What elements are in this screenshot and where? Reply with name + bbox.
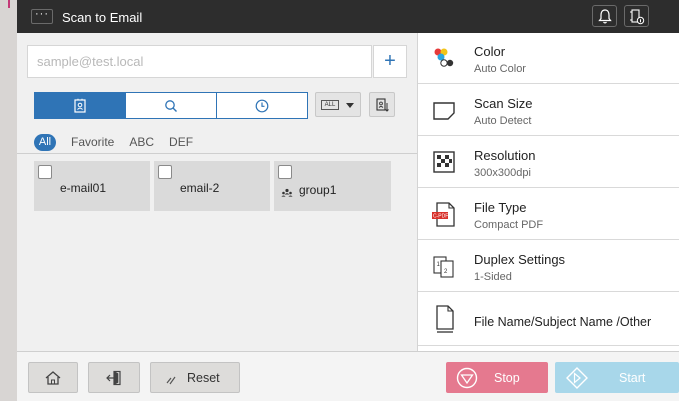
history-clock-icon [255, 99, 269, 112]
setting-title: Scan Size [474, 96, 533, 111]
top-bar: ··· Scan to Email [17, 0, 679, 33]
page-title: Scan to Email [62, 10, 143, 25]
scan-to-email-screen: ··· Scan to Email + ALL [17, 0, 679, 401]
index-all[interactable]: All [34, 133, 56, 151]
destination-tabs [34, 92, 308, 119]
setting-value: 1-Sided [474, 271, 512, 283]
pdf-file-icon: C-PDF [432, 202, 455, 227]
left-gutter [0, 0, 17, 401]
logout-icon [106, 370, 121, 385]
setting-resolution[interactable]: Resolution 300x300dpi [418, 137, 679, 188]
setting-title: File Type [474, 200, 527, 215]
setting-duplex[interactable]: 12 Duplex Settings 1-Sided [418, 241, 679, 292]
scan-size-icon [433, 102, 455, 120]
setting-value: 300x300dpi [474, 167, 531, 179]
address-card[interactable]: email-2 [154, 161, 270, 211]
start-button[interactable]: Start [555, 362, 679, 393]
color-icon [434, 48, 454, 67]
setting-value: Compact PDF [474, 219, 544, 231]
sort-button[interactable] [369, 92, 395, 117]
start-label: Start [619, 371, 646, 385]
index-bar: All Favorite ABC DEF [34, 132, 208, 152]
divider [17, 153, 417, 154]
settings-panel: Color Auto Color Scan Size Auto Detect R… [417, 33, 679, 351]
svg-text:C-PDF: C-PDF [433, 214, 448, 220]
index-abc[interactable]: ABC [129, 135, 154, 149]
card-checkbox[interactable] [278, 165, 292, 179]
tab-history[interactable] [217, 93, 307, 118]
index-favorite[interactable]: Favorite [71, 135, 114, 149]
tab-search[interactable] [126, 93, 217, 118]
setting-file-name[interactable]: File Name/Subject Name /Other [418, 293, 679, 346]
edge-marker [8, 0, 10, 8]
card-label: e-mail01 [60, 181, 107, 195]
setting-title: Duplex Settings [474, 252, 566, 267]
setting-value: Auto Detect [474, 115, 532, 127]
card-checkbox[interactable] [38, 165, 52, 179]
sort-icon [376, 98, 389, 112]
bell-icon[interactable] [592, 5, 617, 27]
home-button[interactable] [28, 362, 78, 393]
index-def[interactable]: DEF [169, 135, 193, 149]
reset-button[interactable]: Reset [150, 362, 240, 393]
document-icon [436, 305, 454, 333]
chevron-down-icon [346, 103, 354, 108]
search-icon [165, 99, 177, 112]
filter-value: ALL [321, 100, 339, 110]
add-destination-button[interactable]: + [373, 45, 407, 78]
stop-button[interactable]: Stop [446, 362, 548, 393]
card-label: group1 [299, 183, 337, 197]
resolution-icon [433, 151, 455, 173]
duplex-icon: 12 [433, 256, 454, 278]
address-card[interactable]: group1 [274, 161, 391, 211]
setting-title: File Name/Subject Name /Other [474, 315, 652, 329]
setting-title: Color [474, 44, 506, 59]
home-icon [45, 370, 61, 385]
stop-icon [456, 367, 478, 389]
address-panel: + ALL All Favorite ABC DEF [17, 33, 417, 351]
setting-file-type[interactable]: C-PDF File Type Compact PDF [418, 189, 679, 240]
setting-title: Resolution [474, 148, 536, 163]
start-icon [566, 367, 588, 389]
setting-color[interactable]: Color Auto Color [418, 33, 679, 84]
menu-button[interactable]: ··· [31, 9, 53, 24]
reset-label: Reset [187, 371, 220, 385]
email-address-input[interactable] [28, 46, 371, 77]
address-card[interactable]: e-mail01 [34, 161, 150, 211]
address-book-icon [74, 98, 86, 113]
setting-scan-size[interactable]: Scan Size Auto Detect [418, 85, 679, 136]
group-icon [281, 188, 293, 197]
bottom-bar: Reset Stop Start [17, 351, 679, 401]
device-info-icon[interactable] [624, 5, 649, 27]
stop-label: Stop [494, 371, 520, 385]
address-field-container [27, 45, 372, 78]
reset-icon [166, 376, 176, 385]
logout-button[interactable] [88, 362, 140, 393]
card-checkbox[interactable] [158, 165, 172, 179]
card-label: email-2 [180, 181, 220, 195]
filter-dropdown[interactable]: ALL [315, 92, 361, 117]
setting-value: Auto Color [474, 63, 526, 75]
tab-address-book[interactable] [35, 93, 126, 118]
